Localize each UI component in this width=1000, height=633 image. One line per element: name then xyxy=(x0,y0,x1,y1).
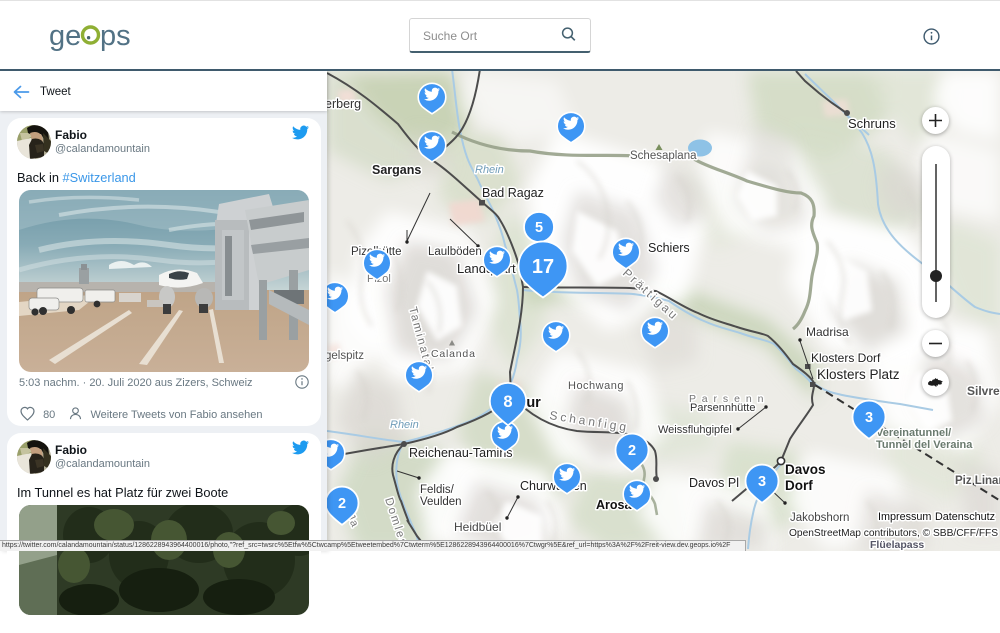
svg-text:Piz Linar: Piz Linar xyxy=(955,475,1000,487)
svg-text:Heidbüel: Heidbüel xyxy=(454,520,501,534)
svg-text:Calanda: Calanda xyxy=(431,348,476,360)
svg-text:17: 17 xyxy=(532,256,554,278)
svg-text:Rhein: Rhein xyxy=(475,164,504,176)
svg-text:Klosters Platz: Klosters Platz xyxy=(817,367,900,382)
svg-text:Hochwang: Hochwang xyxy=(568,380,624,392)
svg-text:Schruns: Schruns xyxy=(848,116,896,131)
svg-text:Dorf: Dorf xyxy=(785,478,813,493)
svg-text:Laulböden: Laulböden xyxy=(428,246,482,258)
svg-text:Feldis/: Feldis/ xyxy=(420,484,455,496)
svg-text:Schesaplana: Schesaplana xyxy=(630,150,697,162)
svg-text:ge: ge xyxy=(50,22,81,52)
svg-text:Silvrett: Silvrett xyxy=(967,384,1000,398)
svg-text:2: 2 xyxy=(338,496,346,512)
svg-text:Reichenau-Tamins: Reichenau-Tamins xyxy=(409,446,513,460)
svg-text:ps: ps xyxy=(100,22,131,52)
svg-text:Schiers: Schiers xyxy=(648,241,690,255)
svg-text:Rhein: Rhein xyxy=(390,419,419,431)
svg-text:Davos: Davos xyxy=(785,462,826,477)
svg-text:gelspitz: gelspitz xyxy=(327,350,364,362)
svg-text:Impressum: Impressum xyxy=(878,511,931,523)
svg-text:erberg: erberg xyxy=(327,97,361,111)
svg-text:Sargans: Sargans xyxy=(372,163,421,177)
svg-text:Bad Ragaz: Bad Ragaz xyxy=(482,186,544,200)
svg-text:5: 5 xyxy=(535,220,543,236)
svg-text:Parsennhütte: Parsennhütte xyxy=(690,402,755,414)
svg-text:Jakobshorn: Jakobshorn xyxy=(790,512,849,524)
svg-text:Datenschutz: Datenschutz xyxy=(935,511,995,523)
svg-text:Vereinatunnel/: Vereinatunnel/ xyxy=(876,427,951,439)
svg-text:Madrisa: Madrisa xyxy=(806,325,849,339)
svg-text:3: 3 xyxy=(758,474,766,490)
svg-text:Flüelapass: Flüelapass xyxy=(870,539,924,551)
svg-text:Veulden: Veulden xyxy=(420,496,462,508)
svg-text:OpenStreetMap contributors, ©: OpenStreetMap contributors, © SBB/CFF/FF… xyxy=(789,528,998,539)
svg-text:Klosters Dorf: Klosters Dorf xyxy=(811,351,881,365)
svg-text:8: 8 xyxy=(503,393,512,411)
svg-text:Tunnel del Veraina: Tunnel del Veraina xyxy=(876,439,973,451)
svg-text:2: 2 xyxy=(628,443,636,459)
svg-text:3: 3 xyxy=(865,410,873,426)
svg-text:Davos Pl: Davos Pl xyxy=(689,476,739,490)
svg-text:Weissfluhgipfel: Weissfluhgipfel xyxy=(658,424,732,436)
